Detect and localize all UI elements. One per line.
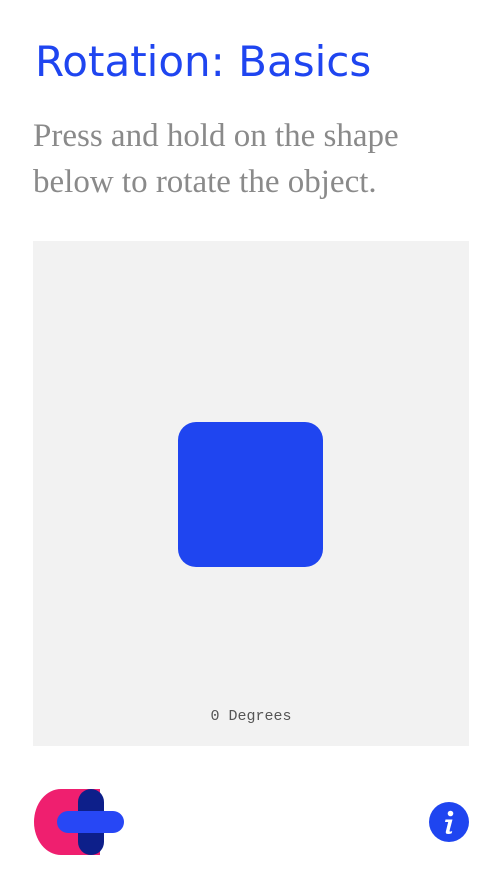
brand-logo-icon[interactable] bbox=[34, 787, 126, 857]
instructions-text: Press and hold on the shape below to rot… bbox=[33, 118, 399, 200]
info-icon bbox=[445, 810, 454, 835]
page-title: Rotation: Basics bbox=[35, 37, 372, 86]
info-button[interactable] bbox=[429, 802, 469, 842]
rotation-degrees-label: 0 Degrees bbox=[210, 708, 292, 725]
rotatable-shape[interactable] bbox=[178, 422, 323, 567]
rotation-stage: 0 Degrees bbox=[33, 241, 469, 746]
